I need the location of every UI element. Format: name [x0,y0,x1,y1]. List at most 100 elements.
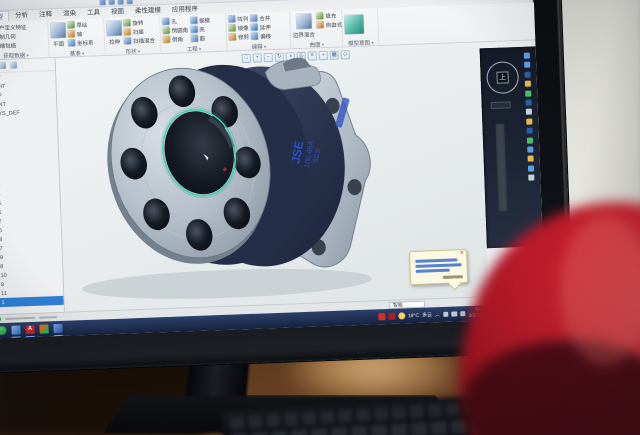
ribbon-group-model-intent: 模型意图 [342,8,379,47]
ribbon-tab[interactable]: 工具 [82,7,105,19]
save-icon[interactable] [99,0,105,5]
tray-red-icon[interactable] [378,313,385,320]
ribbon-button[interactable]: 偏移 [251,31,271,41]
ribbon-button-icon [229,24,236,31]
ribbon-button-icon [296,13,312,29]
weather-desc[interactable]: 多云 [422,311,432,318]
input-method-icon[interactable] [460,311,466,317]
ribbon-button-icon [316,12,323,19]
ribbon-button-icon [123,19,130,26]
3d-part-viewport[interactable]: JSE 10K-65A SCS [69,46,398,310]
network-icon[interactable] [443,311,449,317]
side-tool-icon[interactable] [528,156,534,162]
photo-of-monitor-scene: ASC236 (活动的) - Creo Parametric 模型分析注释渲染工… [0,0,640,435]
side-tool-icon[interactable] [526,118,532,124]
ribbon-button[interactable] [344,10,364,39]
regenerate-icon[interactable] [126,0,132,4]
ribbon-button-icon [190,35,197,42]
blue-app-icon[interactable] [53,324,62,333]
hidden-icons-chevron[interactable]: ︿ [435,311,440,318]
ribbon-group-get-data: 用户定义特征 复制几何 收缩包络 获取数据 [0,20,50,60]
ribbon-button-icon [68,39,75,46]
part-shadow [82,265,373,304]
side-tool-icon[interactable] [524,53,530,59]
ribbon-button[interactable]: 收缩包络 [0,40,27,51]
ribbon-button-icon [316,21,323,28]
side-tool-icon[interactable] [527,128,533,134]
balloon-link-line[interactable] [416,269,450,273]
tray-notification-balloon[interactable]: ✕ [409,249,468,285]
coordinate-chip [491,101,511,109]
side-tool-icon[interactable] [525,81,531,87]
model-intent-icon [344,14,364,34]
ribbon-tab[interactable]: 分析 [10,10,33,22]
dark-side-app-panel: 上 [480,46,543,248]
system-tray: 19°C 多云 ︿ 14:07 2021/7/8 [378,305,488,324]
side-tool-icon[interactable] [527,146,533,152]
ribbon-button[interactable]: 扫描混合 [124,35,155,45]
ribbon-button-icon [229,33,236,40]
status-message-placeholder [5,317,35,320]
close-icon[interactable]: ✕ [460,251,464,256]
undo-icon[interactable] [108,0,114,4]
side-tool-icon[interactable] [525,99,531,105]
ribbon-button[interactable]: 自由式 [316,19,342,29]
status-message-placeholder [39,316,57,319]
side-tool-icon[interactable] [525,90,531,96]
ribbon-button[interactable]: 平面 [50,21,66,50]
tree-settings-icon[interactable] [10,61,17,68]
ribbon-tab[interactable]: 注释 [34,9,57,21]
ribbon-button[interactable]: 拉伸 [106,19,122,48]
side-tool-icon[interactable] [524,71,530,77]
ribbon-button[interactable]: 倒角 [163,34,189,44]
ribbon-group-engineering: 孔 倒圆角 倒角 拔模 壳 [160,14,227,54]
volume-icon[interactable] [452,311,458,317]
monitor-bezel: ASC236 (活动的) - Creo Parametric 模型分析注释渲染工… [0,0,574,373]
ribbon-button-icon [190,17,197,24]
ribbon-button[interactable]: 坐标系 [68,38,94,48]
ribbon-button-icon [163,36,170,43]
view-compass-face[interactable]: 上 [496,71,508,83]
explorer-icon[interactable] [11,325,20,334]
ribbon-button-icon [106,20,122,36]
taskbar-app-icons: A [0,324,63,335]
collapsed-panel-tab[interactable] [495,124,507,212]
model-tree-panel: RT GHT OP ONT SYS_DEF [0,58,65,314]
ribbon-button-icon [162,18,169,25]
graphics-area[interactable]: □+−↻◑◎≡+▦◇ [56,42,489,311]
side-tool-icon[interactable] [527,137,533,143]
ribbon-button[interactable]: 边界混合 [292,11,315,40]
acrobat-icon[interactable]: A [25,325,34,334]
view-compass[interactable]: 上 [486,61,519,94]
balloon-text-line [415,263,461,267]
ribbon-button-icon [251,33,258,40]
side-tool-icon[interactable] [524,62,530,68]
ribbon-button-icon [50,22,66,38]
status-ok-icon [0,317,1,321]
ribbon-tab[interactable]: 渲染 [58,8,81,20]
weather-icon[interactable] [398,312,405,319]
ribbon-tab[interactable]: 视图 [106,6,129,18]
ribbon-button[interactable]: 筋 [190,33,210,43]
monitor-screen: ASC236 (活动的) - Creo Parametric 模型分析注释渲染工… [0,0,546,338]
ribbon-button-icon [68,30,75,37]
redo-icon[interactable] [117,0,123,4]
ribbon-button-icon [163,27,170,34]
model-tree-item[interactable]: 1 [0,296,64,308]
side-tool-icon[interactable] [526,109,532,115]
green-app-icon[interactable] [39,324,48,333]
tray-red-icon2[interactable] [388,313,395,320]
side-tool-icon[interactable] [528,175,534,181]
browser-icon[interactable] [0,326,7,335]
weather-temp[interactable]: 19°C [408,312,419,318]
ribbon-button-icon [67,21,74,28]
ribbon-group-surfaces: 边界混合 填充 自由式 曲面 [290,9,343,49]
balloon-text-line [415,258,457,262]
tree-layers-icon[interactable] [0,62,6,69]
side-tool-icon[interactable] [528,165,534,171]
ribbon-button[interactable]: 修剪 [229,32,249,42]
ribbon-button-icon [190,26,197,33]
taskbar-clock[interactable]: 14:07 2021/7/8 [468,307,487,320]
balloon-button[interactable] [443,275,463,278]
ribbon-group-shapes: 拉伸 旋转 扫描 扫描混合 形状 [104,16,161,56]
